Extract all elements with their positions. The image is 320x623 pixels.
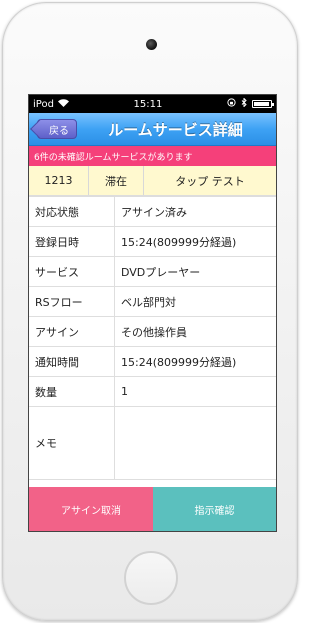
stay-status: 滞在 [89, 166, 144, 195]
action-bar: アサイン取消 指示確認 [29, 487, 276, 531]
detail-label: サービス [29, 257, 115, 286]
detail-value: ベル部門対 [121, 295, 176, 309]
detail-label: メモ [29, 407, 115, 479]
detail-value: 1 [121, 385, 128, 398]
rotation-lock-icon [227, 98, 236, 110]
carrier-label: iPod [33, 98, 54, 110]
detail-row-status: 対応状態 アサイン済み [29, 197, 276, 227]
cancel-assign-button[interactable]: アサイン取消 [29, 487, 153, 531]
detail-row-notify-time: 通知時間 15:24(809999分経過) [29, 347, 276, 377]
detail-row-registered: 登録日時 15:24(809999分経過) [29, 227, 276, 257]
room-number: 1213 [29, 166, 89, 195]
detail-value: DVDプレーヤー [121, 265, 201, 279]
detail-label: 登録日時 [29, 227, 115, 256]
detail-value: 15:24(809999分経過) [121, 355, 237, 369]
clock: 15:11 [133, 98, 163, 110]
room-summary-row: 1213 滞在 タップ テスト [29, 166, 276, 196]
wifi-icon [57, 98, 69, 110]
bluetooth-icon [241, 97, 247, 110]
detail-label: 数量 [29, 377, 115, 406]
back-button-label: 戻る [49, 125, 69, 137]
detail-label: RSフロー [29, 287, 115, 316]
detail-row-quantity: 数量 1 [29, 377, 276, 407]
detail-row-service: サービス DVDプレーヤー [29, 257, 276, 287]
detail-value: その他操作員 [121, 325, 187, 339]
detail-label: アサイン [29, 317, 115, 346]
navigation-bar: 戻る ルームサービス詳細 [29, 113, 276, 146]
status-bar: iPod 15:11 [29, 95, 276, 113]
home-button[interactable] [124, 551, 178, 605]
screen: iPod 15:11 戻る ルームサービス詳細 6件の未確認ルームサービスがあり… [28, 94, 277, 532]
detail-row-assign: アサイン その他操作員 [29, 317, 276, 347]
back-button[interactable]: 戻る [37, 119, 77, 139]
detail-row-rs-flow: RSフロー ベル部門対 [29, 287, 276, 317]
detail-label: 通知時間 [29, 347, 115, 376]
page-title: ルームサービス詳細 [108, 120, 243, 139]
guest-name: タップ テスト [175, 174, 245, 188]
detail-value: アサイン済み [121, 205, 187, 219]
unconfirmed-notice-banner[interactable]: 6件の未確認ルームサービスがあります [29, 146, 276, 166]
detail-table: 対応状態 アサイン済み 登録日時 15:24(809999分経過) サービス D… [29, 196, 276, 480]
ipod-device-frame: iPod 15:11 戻る ルームサービス詳細 6件の未確認ルームサービスがあり… [2, 2, 298, 621]
front-camera [146, 39, 157, 50]
detail-label: 対応状態 [29, 197, 115, 226]
battery-icon [252, 100, 274, 108]
detail-value: 15:24(809999分経過) [121, 235, 237, 249]
detail-row-memo: メモ [29, 407, 276, 480]
memo-value [115, 407, 276, 479]
confirm-instruction-button[interactable]: 指示確認 [153, 487, 276, 531]
